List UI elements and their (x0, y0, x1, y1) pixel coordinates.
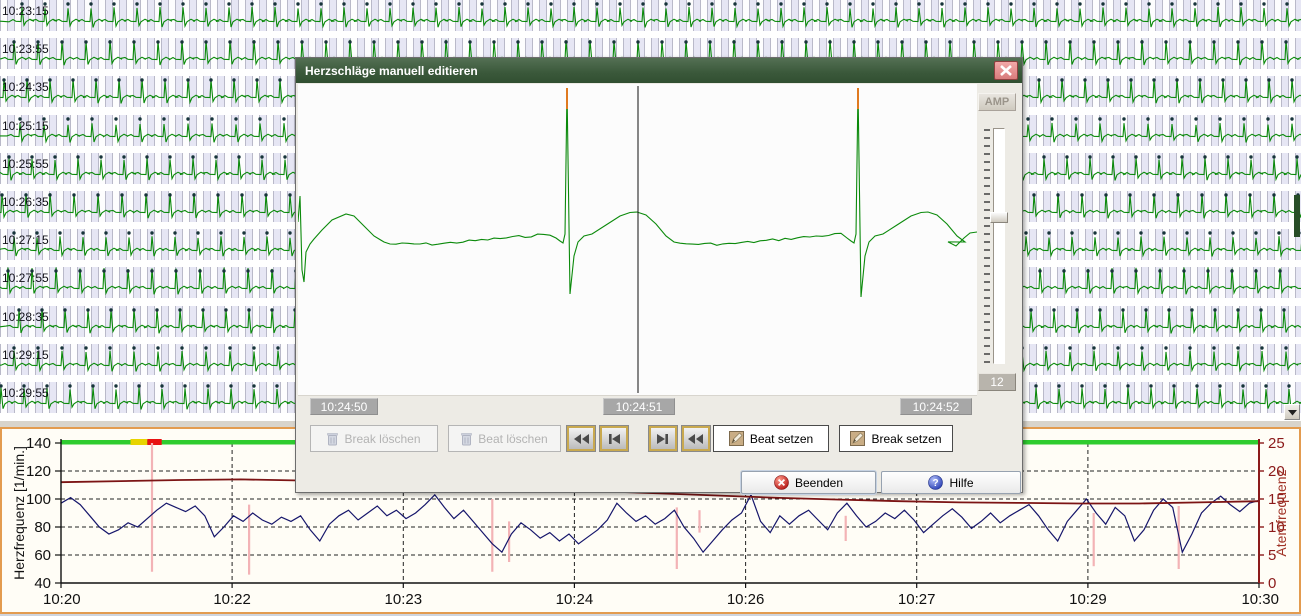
time-label-center: 10:24:51 (603, 398, 675, 415)
y-left-tick-label: 140 (26, 435, 51, 452)
scrollbar-thumb[interactable] (1294, 195, 1300, 237)
pencil-icon (729, 431, 744, 446)
fast-forward-icon (687, 432, 705, 446)
ecg-strip-trace (0, 0, 1301, 31)
x-tick-label: 10:22 (213, 591, 251, 608)
dialog-titlebar[interactable]: Herzschläge manuell editieren (296, 58, 1022, 83)
skip-to-start-icon (605, 432, 623, 446)
help-button[interactable]: ? Hilfe (881, 471, 1021, 494)
quality-bar-segment (131, 439, 148, 445)
strip-timestamp: 10:23:15 (2, 4, 49, 18)
trash-icon (461, 432, 472, 446)
break-delete-button[interactable]: Break löschen (310, 425, 438, 452)
break-delete-label: Break löschen (344, 432, 420, 446)
break-set-button[interactable]: Break setzen (839, 425, 953, 452)
x-tick-label: 10:29 (1069, 591, 1107, 608)
svg-text:?: ? (933, 478, 939, 489)
rewind-icon (572, 432, 590, 446)
strip-timestamp: 10:28:35 (2, 310, 49, 324)
chevron-down-icon (1288, 409, 1297, 416)
y-left-tick-label: 100 (26, 491, 51, 508)
pencil-icon (850, 431, 865, 446)
strip-timestamp: 10:25:15 (2, 119, 49, 133)
y-right-tick-label: 25 (1268, 435, 1285, 452)
time-label-left: 10:24:50 (310, 398, 378, 415)
quit-label: Beenden (795, 476, 843, 490)
x-tick-label: 10:30 (1241, 591, 1279, 608)
help-icon: ? (928, 475, 943, 490)
strip-timestamp: 10:27:55 (2, 271, 49, 285)
break-set-label: Break setzen (871, 432, 941, 446)
strip-timestamp: 10:29:15 (2, 348, 49, 362)
scrollbar-down-button[interactable] (1284, 404, 1300, 420)
rewind-button[interactable] (566, 425, 596, 452)
close-button[interactable] (994, 61, 1018, 80)
application-window: 10:23:15 10:23:55 10:24:35 10:25:15 10:2… (0, 0, 1301, 616)
strip-timestamp: 10:25:55 (2, 157, 49, 171)
x-tick-label: 10:20 (43, 591, 81, 608)
y-right-axis-title: Atemfrequenz (1273, 469, 1289, 556)
dialog-title: Herzschläge manuell editieren (296, 64, 478, 78)
quit-button[interactable]: Beenden (741, 471, 876, 494)
x-tick-label: 10:24 (556, 591, 594, 608)
y-left-tick-label: 80 (34, 519, 51, 536)
ecg-waveform (298, 84, 977, 395)
slider-thumb[interactable] (990, 212, 1008, 223)
cancel-icon (774, 475, 789, 490)
amplitude-slider[interactable] (978, 126, 1016, 366)
slider-track[interactable] (993, 128, 1005, 364)
close-icon (1000, 65, 1012, 76)
x-tick-label: 10:26 (727, 591, 765, 608)
fast-forward-button[interactable] (681, 425, 711, 452)
edit-heartbeats-dialog: Herzschläge manuell editieren AMP 12 10:… (295, 57, 1023, 493)
strip-timestamp: 10:29:55 (2, 386, 49, 400)
x-tick-label: 10:23 (385, 591, 423, 608)
ecg-detail-view[interactable] (298, 84, 977, 396)
skip-to-end-icon (654, 432, 672, 446)
x-tick-label: 10:27 (898, 591, 936, 608)
next-beat-button[interactable] (648, 425, 678, 452)
previous-beat-button[interactable] (599, 425, 629, 452)
y-left-tick-label: 40 (34, 575, 51, 592)
help-label: Hilfe (949, 476, 973, 490)
beat-set-label: Beat setzen (750, 432, 813, 446)
beat-set-button[interactable]: Beat setzen (713, 425, 829, 452)
strip-timestamp: 10:24:35 (2, 80, 49, 94)
y-right-tick-label: 0 (1268, 575, 1276, 592)
strip-timestamp: 10:27:15 (2, 233, 49, 247)
ecg-strip-row[interactable]: 10:23:15 (0, 0, 1301, 31)
quality-bar-segment (147, 439, 161, 445)
beat-delete-button[interactable]: Beat löschen (448, 425, 561, 452)
time-label-right: 10:24:52 (900, 398, 972, 415)
strip-timestamp: 10:26:35 (2, 195, 49, 209)
beat-delete-label: Beat löschen (478, 432, 547, 446)
slider-value: 12 (978, 373, 1016, 391)
trash-icon (327, 432, 338, 446)
y-left-axis-title: Herzfrequenz [1/min.] (11, 446, 27, 580)
y-left-tick-label: 120 (26, 463, 51, 480)
slider-tick-marks (980, 128, 992, 364)
strip-timestamp: 10:23:55 (2, 42, 49, 56)
y-left-tick-label: 60 (34, 547, 51, 564)
amp-button[interactable]: AMP (978, 93, 1016, 111)
